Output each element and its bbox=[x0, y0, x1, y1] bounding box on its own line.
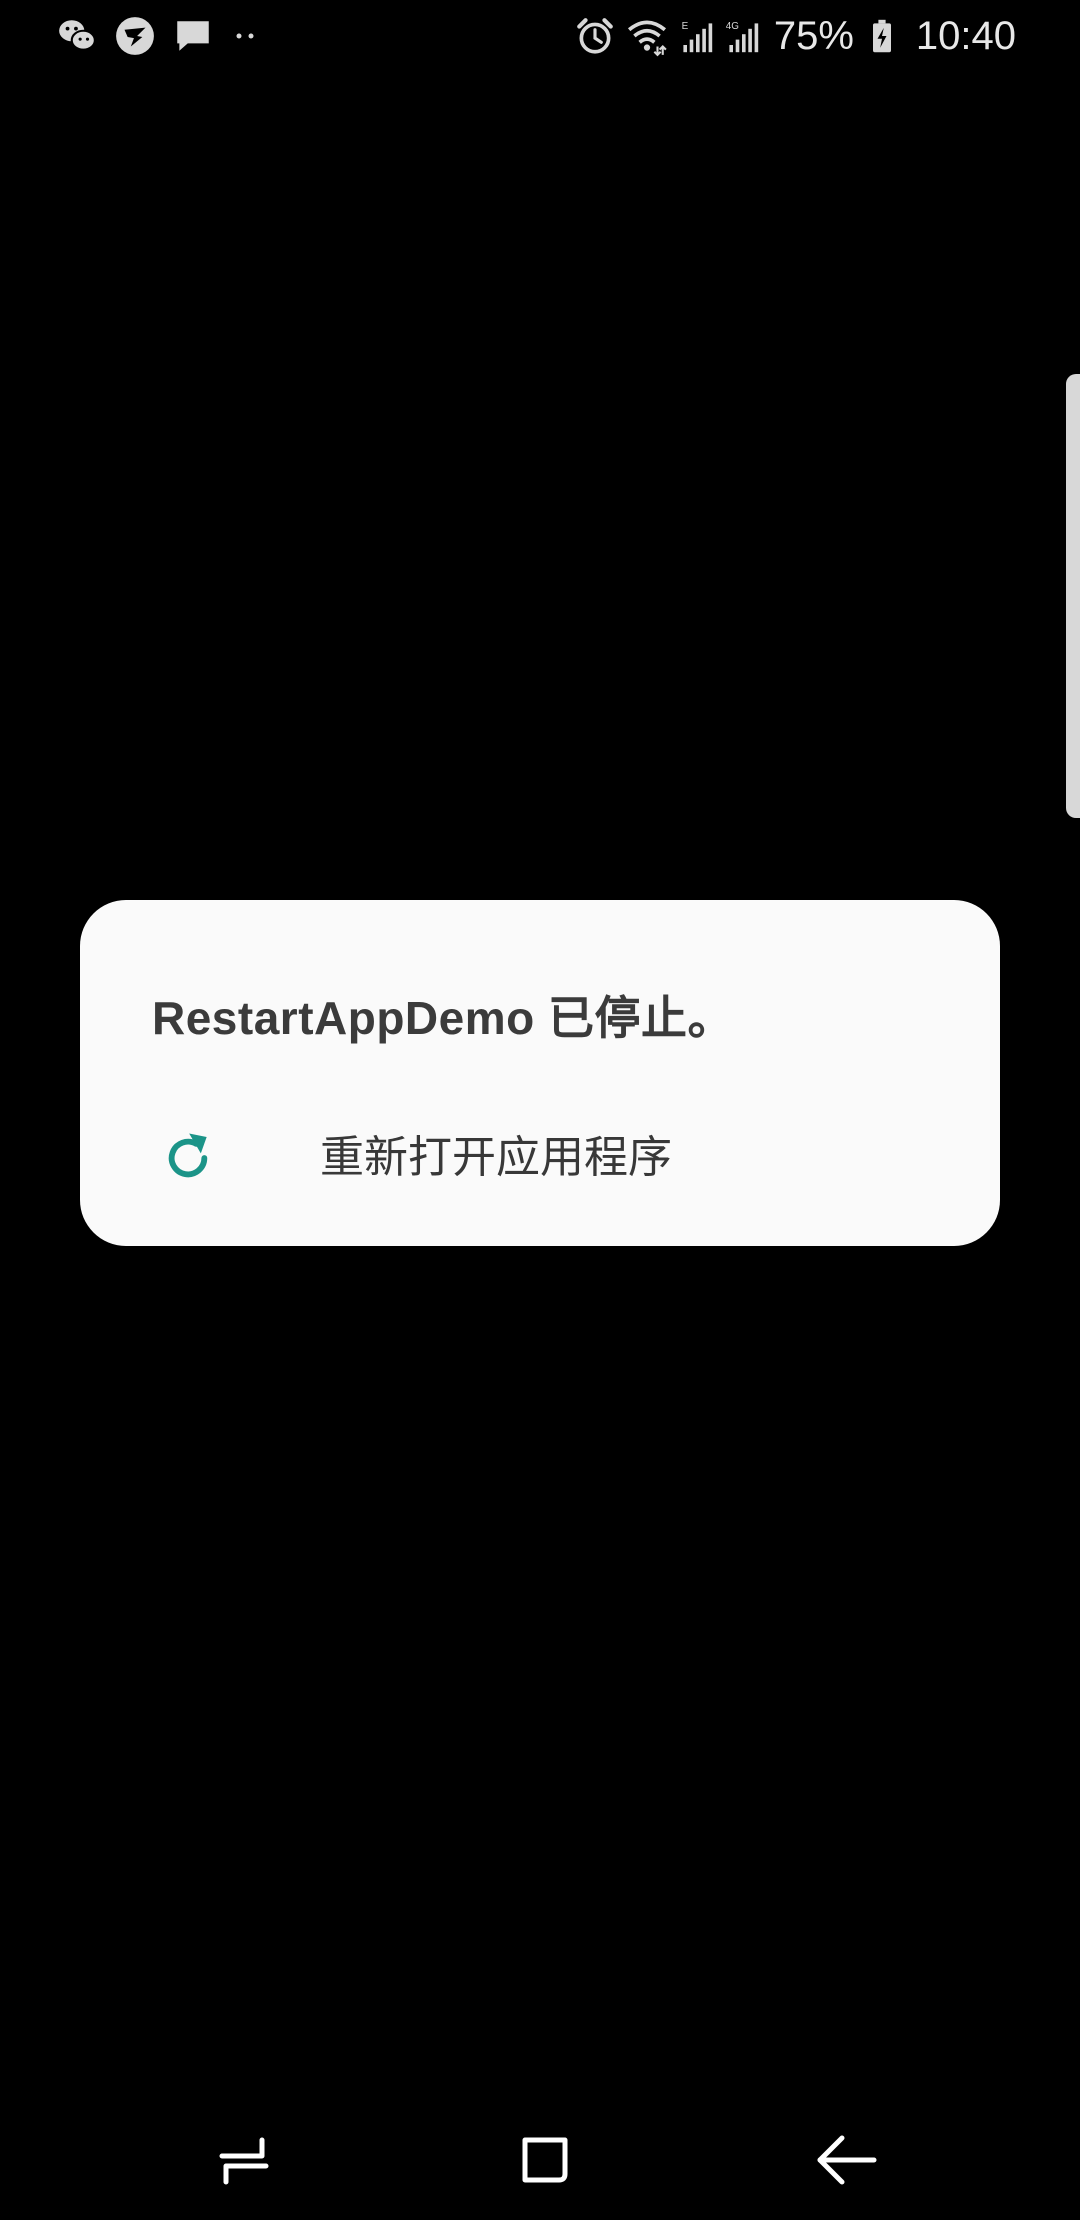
battery-percentage: 75% bbox=[773, 14, 854, 58]
notification-icons bbox=[56, 14, 260, 58]
more-dots-icon bbox=[230, 15, 260, 57]
signal-e-icon: E bbox=[678, 18, 714, 54]
app-stopped-dialog: RestartAppDemo 已停止。 重新打开应用程序 bbox=[80, 900, 1000, 1246]
clock: 10:40 bbox=[915, 14, 1016, 58]
refresh-icon bbox=[160, 1130, 216, 1186]
alarm-icon bbox=[574, 15, 616, 57]
status-bar: E 4G 75% 10:40 bbox=[0, 0, 1080, 72]
navigation-bar bbox=[0, 2100, 1080, 2220]
system-icons: E 4G 75% 10:40 bbox=[574, 14, 1016, 58]
battery-charging-icon bbox=[864, 18, 900, 54]
recents-icon[interactable] bbox=[204, 2120, 284, 2200]
home-icon[interactable] bbox=[505, 2120, 585, 2200]
edge-panel-handle[interactable] bbox=[1066, 374, 1080, 818]
svg-text:4G: 4G bbox=[726, 21, 739, 32]
reopen-app-label: 重新打开应用程序 bbox=[320, 1133, 672, 1182]
dialog-title: RestartAppDemo 已停止。 bbox=[152, 992, 735, 1044]
message-icon bbox=[172, 15, 214, 57]
back-icon[interactable] bbox=[808, 2120, 888, 2200]
wechat-icon bbox=[56, 15, 98, 57]
wifi-icon bbox=[626, 15, 668, 57]
reopen-app-button[interactable]: 重新打开应用程序 bbox=[80, 1100, 1000, 1220]
svg-text:E: E bbox=[681, 21, 688, 32]
signal-4g-icon: 4G bbox=[724, 18, 760, 54]
dingtalk-icon bbox=[114, 15, 156, 57]
